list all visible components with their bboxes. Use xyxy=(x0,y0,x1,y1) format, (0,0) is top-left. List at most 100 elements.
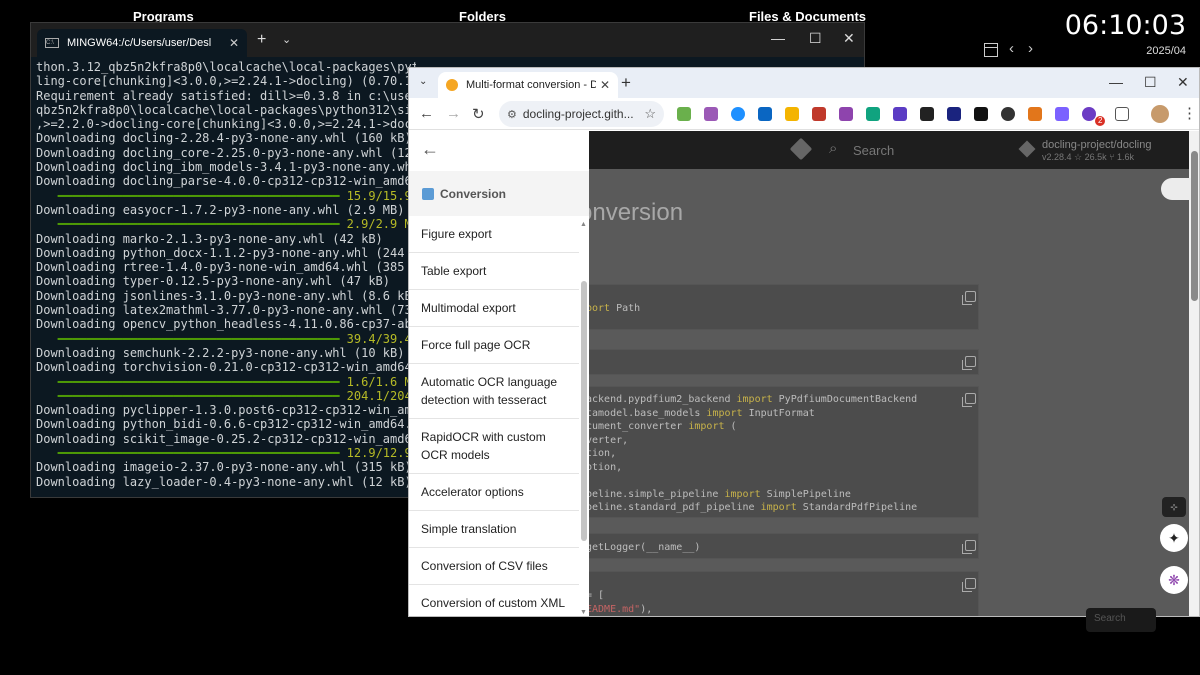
extension-icon[interactable] xyxy=(704,107,718,121)
extension-icon[interactable] xyxy=(1082,107,1096,121)
extensions-puzzle-icon[interactable] xyxy=(1115,107,1129,121)
code-block[interactable]: = [EADME.md"), xyxy=(579,571,979,616)
new-tab-icon[interactable]: + xyxy=(621,73,631,93)
extension-icon[interactable] xyxy=(1001,107,1015,121)
brain-icon[interactable]: ❋ xyxy=(1160,566,1188,594)
copy-icon[interactable] xyxy=(962,393,976,407)
extension-icon[interactable] xyxy=(677,107,691,121)
terminal-app-icon: C:\ xyxy=(45,38,59,48)
back-icon[interactable]: ← xyxy=(419,105,434,122)
extension-icon[interactable] xyxy=(1028,107,1042,121)
nav-scrollbar[interactable] xyxy=(581,281,587,541)
chevron-down-icon[interactable]: ⌄ xyxy=(282,33,291,46)
bookmark-star-icon[interactable]: ☆ xyxy=(644,106,656,122)
reload-icon[interactable]: ↻ xyxy=(472,105,485,123)
site-search-input[interactable]: Search xyxy=(853,143,894,158)
scroll-up-icon[interactable]: ▲ xyxy=(580,221,587,228)
extension-icon[interactable] xyxy=(839,107,853,121)
theme-toggle-icon[interactable] xyxy=(789,137,813,161)
new-tab-icon[interactable]: + xyxy=(257,31,266,49)
calendar-icon[interactable] xyxy=(984,43,998,57)
nav-item-ocr-language[interactable]: Automatic OCR language detection with te… xyxy=(409,364,579,419)
back-arrow-icon[interactable]: ← xyxy=(421,139,439,160)
faint-search-box[interactable]: Search xyxy=(1086,608,1156,632)
extension-icon[interactable] xyxy=(731,107,745,121)
nav-item-multimodal-export[interactable]: Multimodal export xyxy=(409,290,579,327)
extension-icon[interactable] xyxy=(947,107,961,121)
calendar-next-icon[interactable]: › xyxy=(1028,40,1033,57)
terminal-line: thon.3.12_qbz5n2kfra8p0\localcache\local… xyxy=(36,60,416,74)
browser-tab[interactable]: Multi-format conversion - Docl ✕ xyxy=(438,72,618,98)
extension-icon[interactable] xyxy=(893,107,907,121)
extension-icon[interactable] xyxy=(866,107,880,121)
minimize-icon[interactable]: — xyxy=(771,30,785,46)
nav-item-table-export[interactable]: Table export xyxy=(409,253,579,290)
code-token: ption, xyxy=(586,461,623,473)
forward-icon[interactable]: → xyxy=(446,105,461,122)
nav-item-accelerator[interactable]: Accelerator options xyxy=(409,474,579,511)
extension-icon[interactable] xyxy=(758,107,772,121)
code-widget-icon[interactable]: ⊹ xyxy=(1162,497,1186,517)
code-block[interactable]: ackend.pypdfium2_backend import PyPdfium… xyxy=(579,386,979,518)
address-bar[interactable]: ⚙ docling-project.gith... ☆ xyxy=(499,101,664,127)
avatar[interactable] xyxy=(1151,105,1169,123)
minimize-icon[interactable]: — xyxy=(1109,74,1123,90)
tab-search-icon[interactable]: ⌄ xyxy=(419,76,427,87)
close-window-icon[interactable]: ✕ xyxy=(1177,74,1189,91)
terminal-tabbar: C:\ MINGW64:/c/Users/user/Desl ✕ + ⌄ — ☐… xyxy=(31,23,864,57)
progress-bar: ━━━━━━━━━━━━━━━━━━━━━━━━━━━━━━━━━━━━━━━ xyxy=(36,188,347,203)
maximize-icon[interactable]: ☐ xyxy=(809,30,822,47)
favicon-icon xyxy=(446,79,458,91)
site-info-icon[interactable]: ⚙ xyxy=(507,108,517,121)
terminal-tab[interactable]: C:\ MINGW64:/c/Users/user/Desl ✕ xyxy=(37,29,247,57)
extension-icon[interactable] xyxy=(974,107,988,121)
nav-item-rapidocr[interactable]: RapidOCR with custom OCR models xyxy=(409,419,579,474)
nav-item-figure-export[interactable]: Figure export xyxy=(409,216,579,253)
extension-icon[interactable] xyxy=(920,107,934,121)
copy-icon[interactable] xyxy=(962,578,976,592)
copy-icon[interactable] xyxy=(962,540,976,554)
progress-size: 2.9/2.9 MB xyxy=(346,217,416,232)
extension-icon[interactable] xyxy=(1055,107,1069,121)
terminal-line: ,>=2.2.0->docling-core[chunking]<3.0.0,>… xyxy=(36,117,416,132)
progress-size: 1.6/1.6 MB xyxy=(346,374,416,389)
sparkle-icon[interactable]: ✦ xyxy=(1160,524,1188,552)
code-token: ackend.pypdfium2_backend xyxy=(586,394,737,405)
search-icon[interactable]: ⌕ xyxy=(829,140,837,157)
terminal-line: Downloading scikit_image-0.25.2-cp312-cp… xyxy=(36,431,416,446)
code-block[interactable] xyxy=(579,349,979,375)
close-icon[interactable]: ✕ xyxy=(600,78,610,92)
close-window-icon[interactable]: ✕ xyxy=(843,30,855,47)
terminal-line: Downloading easyocr-1.7.2-py3-none-any.w… xyxy=(36,202,405,217)
scroll-down-icon[interactable]: ▼ xyxy=(580,609,587,616)
extension-icon[interactable] xyxy=(785,107,799,121)
nav-item-csv[interactable]: Conversion of CSV files xyxy=(409,548,579,585)
close-icon[interactable]: ✕ xyxy=(229,36,239,50)
calendar-prev-icon[interactable]: ‹ xyxy=(1009,40,1014,57)
repo-link[interactable]: docling-project/docling xyxy=(1042,139,1151,151)
copy-icon[interactable] xyxy=(962,356,976,370)
nav-item-xml[interactable]: Conversion of custom XML xyxy=(409,585,579,616)
code-token: tamodel.base_models xyxy=(586,407,707,419)
maximize-icon[interactable]: ☐ xyxy=(1144,74,1157,91)
nav-item-translation[interactable]: Simple translation xyxy=(409,511,579,548)
code-block[interactable]: port Path xyxy=(579,284,979,330)
nav-section-title[interactable]: Conversion xyxy=(409,171,589,216)
extension-icon[interactable] xyxy=(812,107,826,121)
code-block[interactable]: getLogger(__name__) xyxy=(579,533,979,559)
terminal-output[interactable]: thon.3.12_qbz5n2kfra8p0\localcache\local… xyxy=(36,60,416,489)
nav-item-force-ocr[interactable]: Force full page OCR xyxy=(409,327,579,364)
sidebar-toggle-icon[interactable] xyxy=(1161,178,1191,200)
code-token: peline.standard_pdf_pipeline xyxy=(586,502,761,513)
nav-list: Figure export Table export Multimodal ex… xyxy=(409,216,579,616)
browser-window[interactable]: ⌄ Multi-format conversion - Docl ✕ + — ☐… xyxy=(408,67,1200,617)
progress-bar-line: ━━━━━━━━━━━━━━━━━━━━━━━━━━━━━━━━━━━━━━━ … xyxy=(36,217,416,231)
copy-icon[interactable] xyxy=(962,291,976,305)
address-text: docling-project.gith... xyxy=(522,107,634,121)
page-scrollbar-thumb[interactable] xyxy=(1191,151,1198,301)
menu-icon[interactable]: ⋮ xyxy=(1182,104,1197,122)
code-line: = [ xyxy=(586,589,972,603)
code-token: port xyxy=(586,303,611,314)
terminal-line: Downloading opencv_python_headless-4.11.… xyxy=(36,317,416,332)
